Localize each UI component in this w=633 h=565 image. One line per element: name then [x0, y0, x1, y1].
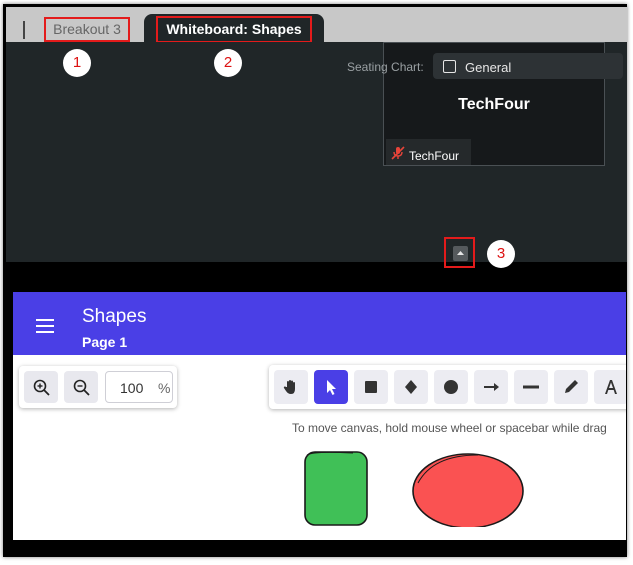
ellipse-tool-button[interactable] — [434, 370, 468, 404]
zoom-in-icon — [33, 379, 50, 396]
zoom-unit: % — [158, 380, 171, 396]
video-tile-name: TechFour — [458, 96, 530, 113]
tab-breakout-3[interactable]: Breakout 3 — [44, 17, 130, 42]
arrow-icon — [484, 383, 499, 391]
line-icon — [523, 385, 539, 389]
rectangle-icon — [365, 381, 377, 393]
zoom-out-button[interactable] — [64, 371, 98, 403]
zoom-in-button[interactable] — [24, 371, 58, 403]
zoom-out-icon — [73, 379, 90, 396]
seating-chart-value: General — [465, 60, 512, 75]
rectangle-tool-button[interactable] — [354, 370, 388, 404]
annotation-marker-2: 2 — [214, 49, 242, 77]
zoom-panel: 100 % — [19, 366, 177, 408]
pencil-icon — [565, 380, 578, 393]
chevron-up-icon — [457, 251, 464, 255]
mic-muted-icon — [391, 146, 405, 160]
seating-chart-checkbox[interactable] — [443, 60, 456, 73]
tab-whiteboard-shapes[interactable]: Whiteboard: Shapes — [156, 16, 312, 43]
video-tile-footer-name: TechFour — [409, 149, 460, 163]
collapse-button[interactable] — [453, 246, 468, 261]
select-icon — [327, 380, 336, 395]
whiteboard-canvas[interactable] — [293, 447, 533, 527]
seating-chart-select[interactable] — [433, 53, 623, 79]
whiteboard-title: Shapes — [82, 306, 147, 327]
diamond-tool-button[interactable] — [394, 370, 428, 404]
app-frame: Breakout 3 Whiteboard: Shapes 1 2 Seatin… — [3, 4, 627, 557]
text-icon — [605, 380, 617, 394]
zoom-input[interactable]: 100 % — [105, 371, 173, 403]
text-tool-button[interactable] — [594, 370, 626, 404]
ellipse-icon — [444, 380, 458, 394]
seating-chart-label: Seating Chart: — [347, 60, 424, 74]
line-tool-button[interactable] — [514, 370, 548, 404]
diamond-icon — [405, 380, 417, 394]
annotation-marker-1: 1 — [63, 49, 91, 77]
red-ellipse[interactable] — [412, 453, 524, 527]
hand-icon — [283, 380, 295, 394]
hand-tool-button[interactable] — [274, 370, 308, 404]
zoom-value: 100 — [120, 380, 144, 396]
whiteboard-page-label: Page 1 — [82, 334, 128, 350]
tool-panel — [269, 365, 626, 409]
pencil-tool-button[interactable] — [554, 370, 588, 404]
tab-bar: Breakout 3 Whiteboard: Shapes — [6, 7, 627, 47]
green-rounded-rectangle[interactable] — [304, 451, 368, 526]
annotation-marker-3: 3 — [487, 240, 515, 268]
whiteboard-header: Shapes Page 1 — [13, 292, 626, 355]
tab-separator — [23, 21, 25, 39]
arrow-tool-button[interactable] — [474, 370, 508, 404]
canvas-hint: To move canvas, hold mouse wheel or spac… — [292, 421, 607, 435]
hamburger-menu-icon[interactable] — [36, 319, 54, 333]
select-tool-button[interactable] — [314, 370, 348, 404]
whiteboard: Shapes Page 1 100 % To move canvas, hold… — [13, 292, 626, 540]
